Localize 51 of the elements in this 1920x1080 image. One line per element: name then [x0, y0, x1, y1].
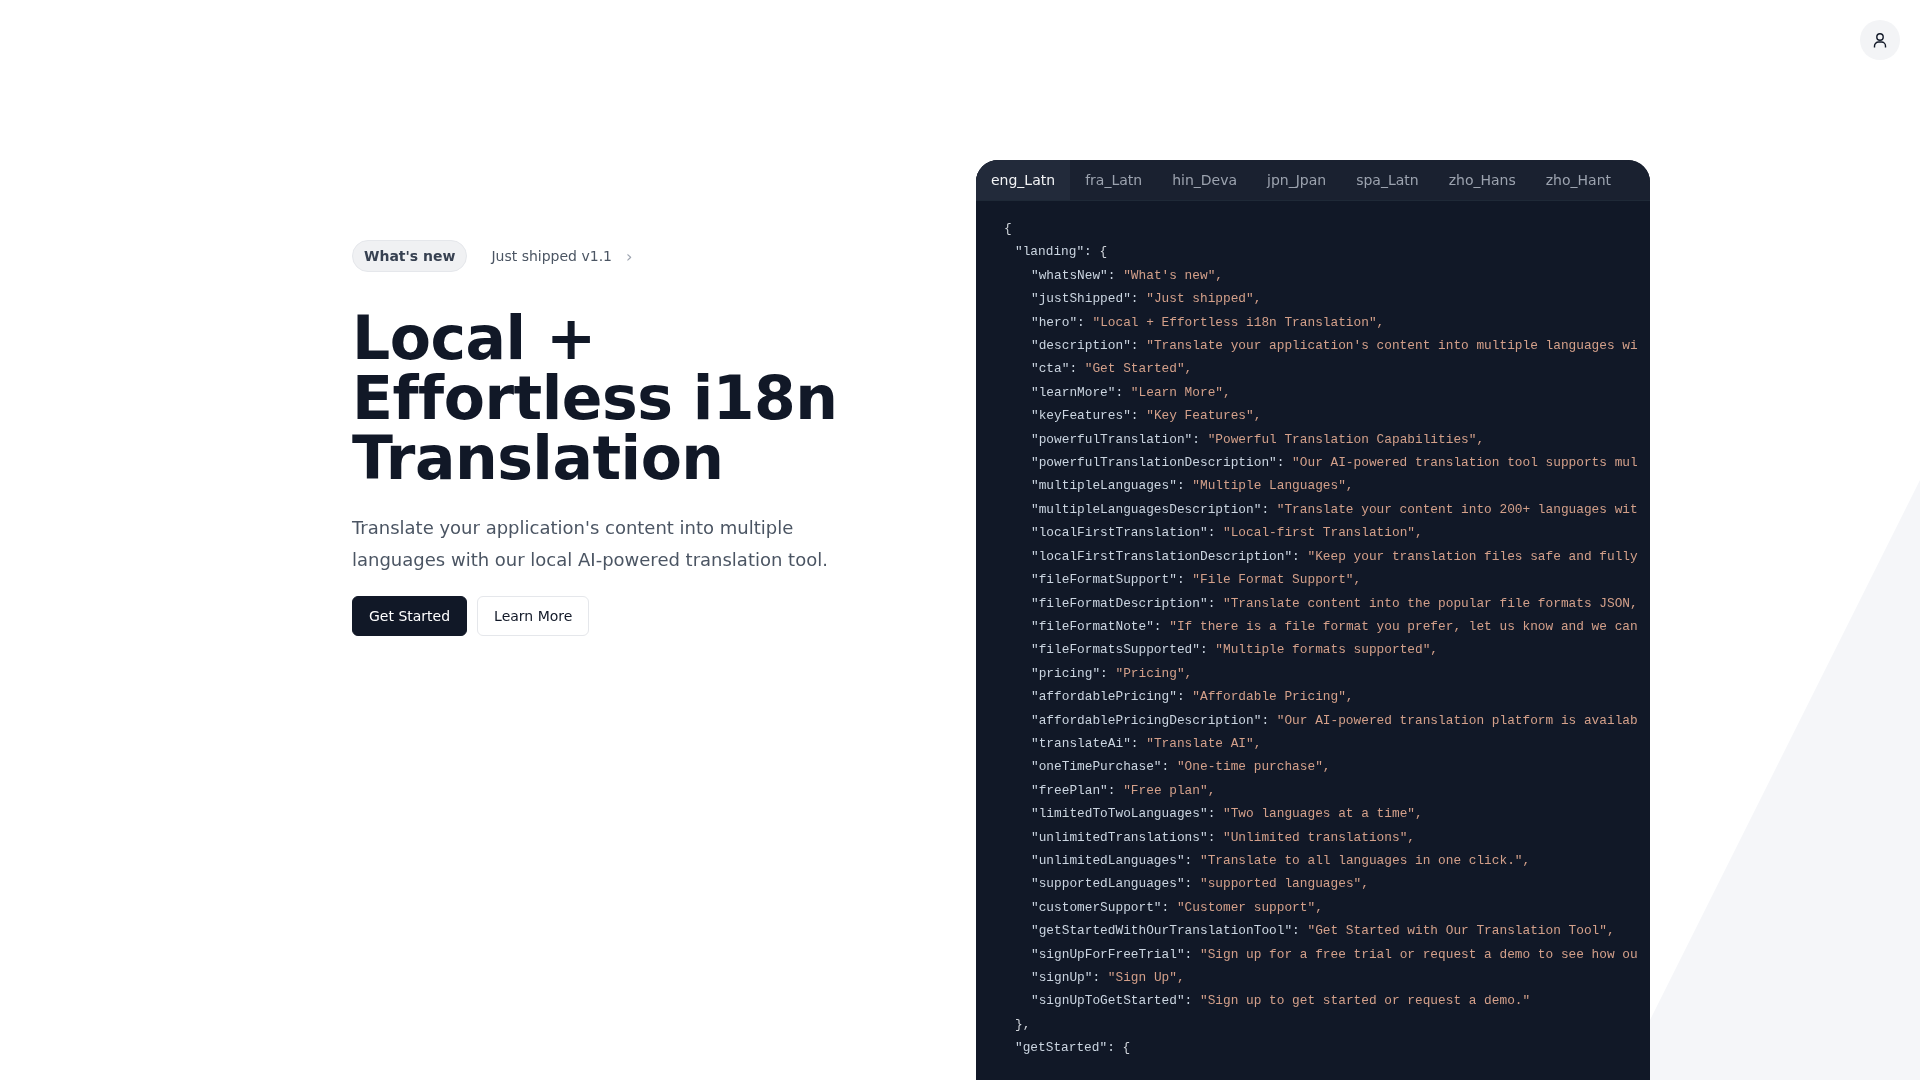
language-tab[interactable]: fra_Latn: [1070, 160, 1158, 200]
code-line: "fileFormatNote": "If there is a file format you prefer, let us know and we can: [1030, 617, 1639, 636]
whats-new-badge: What's new: [352, 240, 468, 272]
code-line: "learnMore": "Learn More",: [1030, 383, 1232, 402]
user-account-button[interactable]: [1860, 20, 1900, 60]
code-line: "getStartedWithOurTranslationTool": "Get Started with Our Translation Tool",: [1030, 922, 1616, 941]
hero-description: Translate your application's content into multiple languages with our local AI-powered translation tool.: [352, 516, 829, 572]
code-line: "description": "Translate your application's content into multiple languages wi: [1030, 337, 1639, 356]
code-line: "translateAi": "Translate AI",: [1030, 734, 1263, 753]
code-line: "supportedLanguages": "supported languages",: [1030, 875, 1370, 894]
code-line: "customerSupport": "Customer support",: [1030, 898, 1324, 917]
code-line: "powerfulTranslationDescription": "Our AI-powered translation tool supports mul: [1030, 454, 1639, 473]
code-line: "limitedToTwoLanguages": "Two languages at a time",: [1030, 805, 1424, 824]
code-line: "keyFeatures": "Key Features",: [1030, 407, 1263, 426]
code-line: "localFirstTranslation": "Local-first Translation",: [1030, 524, 1424, 543]
code-line: "hero": "Local + Effortless i18n Translation",: [1030, 313, 1386, 332]
language-tab[interactable]: zho_Hans: [1433, 160, 1531, 200]
code-line: "signUpToGetStarted": "Sign up to get started or request a demo.": [1030, 992, 1532, 1011]
code-line: "landing": {: [1014, 243, 1109, 262]
code-line: },: [1014, 1015, 1032, 1034]
code-line: "unlimitedTranslations": "Unlimited translations",: [1030, 828, 1416, 847]
code-line: "whatsNew": "What's new",: [1030, 266, 1224, 285]
code-line: "powerfulTranslation": "Powerful Translation Capabilities",: [1030, 430, 1486, 449]
code-line: "cta": "Get Started",: [1030, 360, 1194, 379]
language-tab[interactable]: spa_Latn: [1341, 160, 1434, 200]
code-line: "multipleLanguages": "Multiple Languages",: [1030, 477, 1355, 496]
code-line: "multipleLanguagesDescription": "Translate your content into 200+ languages wit: [1030, 500, 1639, 519]
get-started-button[interactable]: Get Started: [352, 596, 468, 636]
code-line: "fileFormatSupport": "File Format Support",: [1030, 571, 1363, 590]
code-line: "getStarted": {: [1014, 1039, 1132, 1058]
learn-more-button[interactable]: Learn More: [477, 596, 590, 636]
code-line: {: [1004, 220, 1013, 238]
code-line: "unlimitedLanguages": "Translate to all languages in one click.",: [1030, 851, 1532, 870]
language-tab[interactable]: eng_Latn: [976, 160, 1071, 200]
code-line: "fileFormatsSupported": "Multiple formats supported",: [1030, 641, 1440, 660]
code-line: "affordablePricingDescription": "Our AI-powered translation platform is availab: [1030, 711, 1639, 730]
announcement-link[interactable]: Just shipped v1.1 ›: [491, 246, 633, 266]
user-icon: [1872, 32, 1888, 48]
code-line: "affordablePricing": "Affordable Pricing",: [1030, 688, 1355, 707]
code-line: "justShipped": "Just shipped",: [1030, 290, 1263, 309]
language-tab[interactable]: jpn_Jpan: [1252, 160, 1342, 200]
hero-title: Local + Effortless i18n Translation: [352, 308, 839, 488]
code-line: "oneTimePurchase": "One-time purchase",: [1030, 758, 1332, 777]
code-line: "signUpForFreeTrial": "Sign up for a free trial or request a demo to see how ou: [1030, 945, 1639, 964]
code-line: "fileFormatDescription": "Translate content into the popular file formats JSON,: [1030, 594, 1639, 613]
code-line: "localFirstTranslationDescription": "Keep your translation files safe and fully: [1030, 547, 1639, 566]
language-tab[interactable]: zho_Hant: [1530, 160, 1626, 200]
code-line: "pricing": "Pricing",: [1030, 664, 1194, 683]
code-line: "freePlan": "Free plan",: [1030, 781, 1217, 800]
code-line: "signUp": "Sign Up",: [1030, 969, 1186, 987]
language-tab[interactable]: hin_Deva: [1157, 160, 1253, 200]
